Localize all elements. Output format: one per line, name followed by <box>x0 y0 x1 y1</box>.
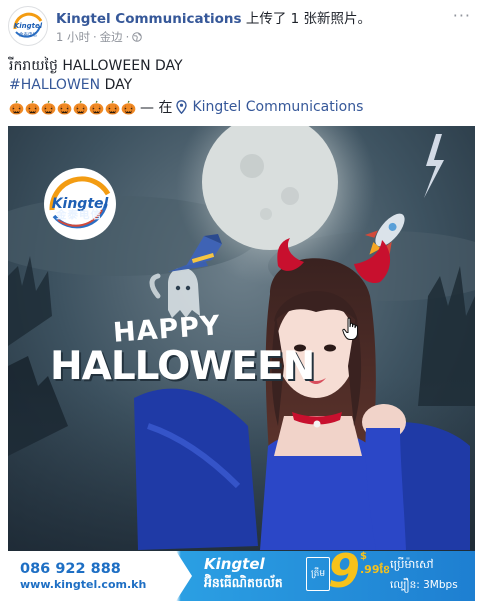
post-time[interactable]: 1 小时 <box>56 29 90 45</box>
logo-chinese-name: 金泰电信 <box>56 209 102 221</box>
tagged-at-text: — 在 <box>140 100 173 116</box>
halloween-headline: HALLOWEEN <box>50 344 315 389</box>
author-link[interactable]: Kingtel Communications <box>56 11 242 27</box>
price-cents-value: .99 <box>360 563 380 576</box>
hand-cursor-icon <box>342 317 358 340</box>
more-options-button[interactable]: ··· <box>453 6 471 25</box>
speed-text: ល្បឿន: 3Mbps <box>390 579 458 591</box>
pumpkin-emoji-icon <box>89 100 104 115</box>
promo-banner: 086 922 888 www.kingtel.com.kh Kingtel អ… <box>8 545 475 601</box>
kingtel-logo-icon: Kingtel 金泰电信 <box>10 8 46 44</box>
price-currency: $ <box>360 551 367 562</box>
facebook-post: Kingtel 金泰电信 Kingtel Communications 上传了 … <box>0 0 483 609</box>
price-period: ខែ <box>379 563 390 576</box>
price-main-digit: 9 <box>328 544 361 598</box>
meta-separator: · <box>92 30 97 44</box>
price-label-box: ត្រឹម <box>306 557 330 591</box>
pumpkin-emoji-icon <box>9 100 24 115</box>
meta-separator: · <box>125 30 130 44</box>
post-meta: 1 小时 · 金边 · <box>56 29 143 45</box>
post-photo[interactable]: Kingtel 金泰电信 HAPPY HALLOWEEN 086 922 888… <box>8 126 475 601</box>
banner-divider-arrow <box>176 551 192 601</box>
post-action-text: 上传了 1 张新照片。 <box>245 11 372 27</box>
location-link[interactable]: Kingtel Communications <box>192 99 363 115</box>
pumpkin-emoji-icon <box>121 100 136 115</box>
globe-icon[interactable] <box>132 32 143 42</box>
kingtel-brand-logo-icon: Kingtel <box>44 168 116 240</box>
post-location-short[interactable]: 金边 <box>100 29 123 45</box>
post-text-line1: រីករាយថ្ងៃ HALLOWEEN DAY <box>9 58 183 74</box>
price-cents: .99ខែ <box>360 563 390 576</box>
pumpkin-emoji-row <box>9 100 136 115</box>
pumpkin-emoji-icon <box>73 100 88 115</box>
post-text-line3: — 在 Kingtel Communications <box>9 97 363 117</box>
usage-text: ប្រើម៉ាសៅ <box>390 557 434 571</box>
post-header: Kingtel Communications 上传了 1 张新照片。 <box>56 7 371 27</box>
contact-block: 086 922 888 www.kingtel.com.kh <box>8 551 178 601</box>
phone-number: 086 922 888 <box>20 561 121 577</box>
banner-brand-name: Kingtel <box>204 555 265 573</box>
banner-service-text: អ៊ិនធើណិតចល័ត <box>204 575 283 590</box>
website-url: www.kingtel.com.kh <box>20 578 147 591</box>
svg-text:Kingtel: Kingtel <box>14 22 43 30</box>
pumpkin-emoji-icon <box>57 100 72 115</box>
hashtag-link[interactable]: #HALLOWEN <box>9 77 100 93</box>
post-text-rest: DAY <box>100 77 133 93</box>
post-text-line2: #HALLOWEN DAY <box>9 77 132 93</box>
pumpkin-emoji-icon <box>105 100 120 115</box>
page-avatar[interactable]: Kingtel 金泰电信 <box>8 6 48 46</box>
svg-text:金泰电信: 金泰电信 <box>19 31 37 38</box>
pumpkin-emoji-icon <box>41 100 56 115</box>
location-pin-icon <box>176 100 188 114</box>
pumpkin-emoji-icon <box>25 100 40 115</box>
